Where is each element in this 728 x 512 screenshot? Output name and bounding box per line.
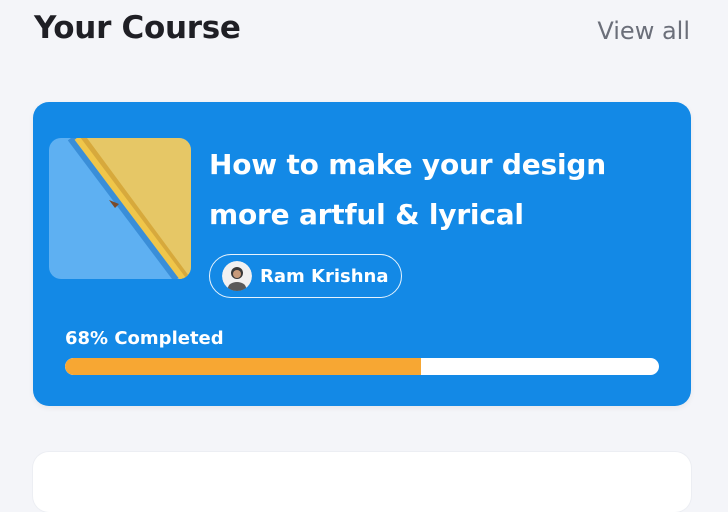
- course-card[interactable]: How to make your design more artful & ly…: [33, 102, 691, 406]
- progress-bar: [65, 358, 659, 375]
- section-title: Your Course: [34, 10, 241, 46]
- course-title: How to make your design more artful & ly…: [209, 148, 606, 231]
- author-avatar-icon: [222, 261, 252, 291]
- pencil-thumbnail-icon: [49, 138, 191, 279]
- author-chip[interactable]: Ram Krishna: [209, 254, 402, 298]
- next-course-card[interactable]: [33, 452, 691, 512]
- progress-fill: [65, 358, 422, 375]
- progress-label: 68% Completed: [65, 328, 224, 349]
- view-all-link[interactable]: View all: [597, 17, 690, 45]
- author-name: Ram Krishna: [260, 265, 389, 287]
- course-thumbnail: [49, 138, 191, 279]
